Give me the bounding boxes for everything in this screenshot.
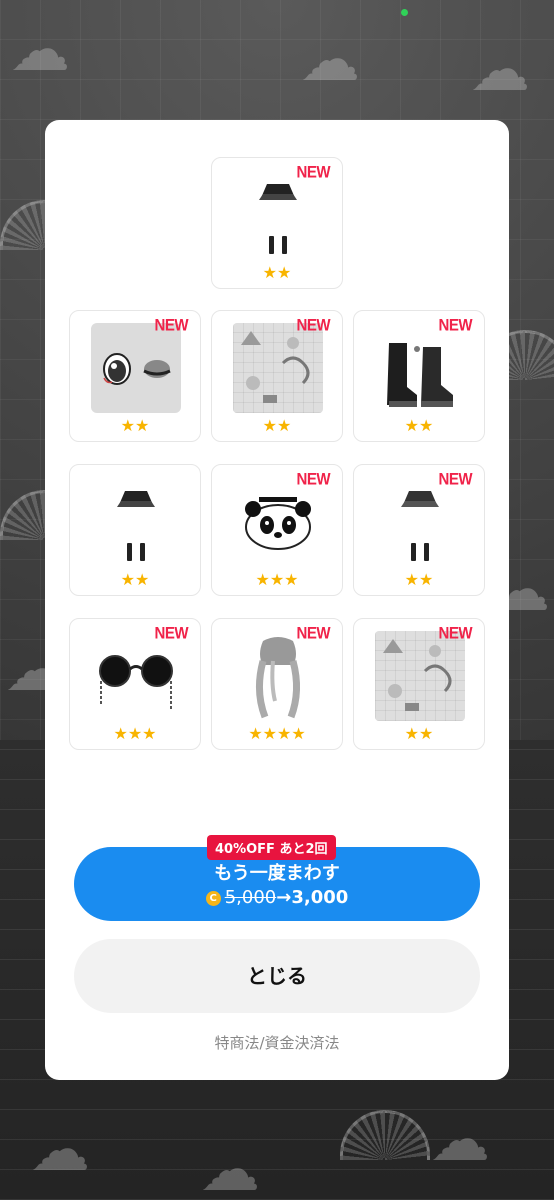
result-item[interactable]: NEW ★★★★ <box>211 618 343 750</box>
rarity-stars: ★★ <box>404 724 434 743</box>
skirt-boots-icon <box>401 491 439 561</box>
camera-indicator-icon <box>401 9 408 16</box>
cloud-decoration-icon: ☁ <box>300 25 360 95</box>
cloud-decoration-icon: ☁ <box>30 1115 90 1185</box>
boots-icon <box>387 343 453 407</box>
new-badge: NEW <box>296 163 331 182</box>
cloud-decoration-icon: ☁ <box>10 15 70 85</box>
new-badge: NEW <box>296 470 331 489</box>
result-item[interactable]: NEW ★★ <box>353 618 485 750</box>
gacha-result-modal: NEW ★★ NEW ★★ NEW ★★ NEW ★★ ★★ NEW ★★★ N… <box>45 120 509 1080</box>
legal-notice-link[interactable]: 特商法/資金決済法 <box>45 1032 509 1053</box>
rarity-stars: ★★★★ <box>248 724 306 743</box>
rarity-stars: ★★ <box>262 416 292 435</box>
pattern-background-icon <box>375 631 465 721</box>
rarity-stars: ★★ <box>120 416 150 435</box>
rarity-stars: ★★ <box>120 570 150 589</box>
cloud-decoration-icon: ☁ <box>200 1135 260 1200</box>
spin-again-label: もう一度まわす <box>214 863 340 884</box>
result-item[interactable]: NEW ★★ <box>353 464 485 596</box>
cloud-decoration-icon: ☁ <box>470 35 530 105</box>
twintail-hair-icon <box>256 637 300 719</box>
spin-price: C 5,000→3,000 <box>74 887 480 908</box>
skirt-boots-icon <box>117 491 155 561</box>
new-badge: NEW <box>154 624 189 643</box>
new-badge: NEW <box>438 624 473 643</box>
rarity-stars: ★★★ <box>113 724 157 743</box>
new-badge: NEW <box>296 316 331 335</box>
pattern-background-icon <box>233 323 323 413</box>
discount-badge: 40%OFF あと2回 <box>207 835 336 860</box>
new-price: 3,000 <box>291 887 349 908</box>
result-item[interactable]: NEW ★★ <box>69 310 201 442</box>
sunglasses-icon <box>99 655 173 709</box>
cloud-decoration-icon: ☁ <box>430 1105 490 1175</box>
eye-makeup-icon <box>91 323 181 413</box>
new-badge: NEW <box>296 624 331 643</box>
result-item[interactable]: NEW ★★ <box>353 310 485 442</box>
new-badge: NEW <box>438 470 473 489</box>
price-arrow: → <box>276 887 292 908</box>
result-item[interactable]: ★★ <box>69 464 201 596</box>
rarity-stars: ★★ <box>404 416 434 435</box>
result-item[interactable]: NEW ★★ <box>211 310 343 442</box>
rarity-stars: ★★ <box>262 263 292 282</box>
skirt-boots-icon <box>259 184 297 254</box>
rarity-stars: ★★★ <box>255 570 299 589</box>
result-item[interactable]: NEW ★★★ <box>69 618 201 750</box>
panda-icon <box>245 497 311 550</box>
coin-icon: C <box>205 891 221 906</box>
old-price: 5,000 <box>224 887 277 908</box>
new-badge: NEW <box>154 316 189 335</box>
new-badge: NEW <box>438 316 473 335</box>
result-item[interactable]: NEW ★★ <box>211 157 343 289</box>
close-button[interactable]: とじる <box>74 939 480 1013</box>
result-item[interactable]: NEW ★★★ <box>211 464 343 596</box>
rarity-stars: ★★ <box>404 570 434 589</box>
